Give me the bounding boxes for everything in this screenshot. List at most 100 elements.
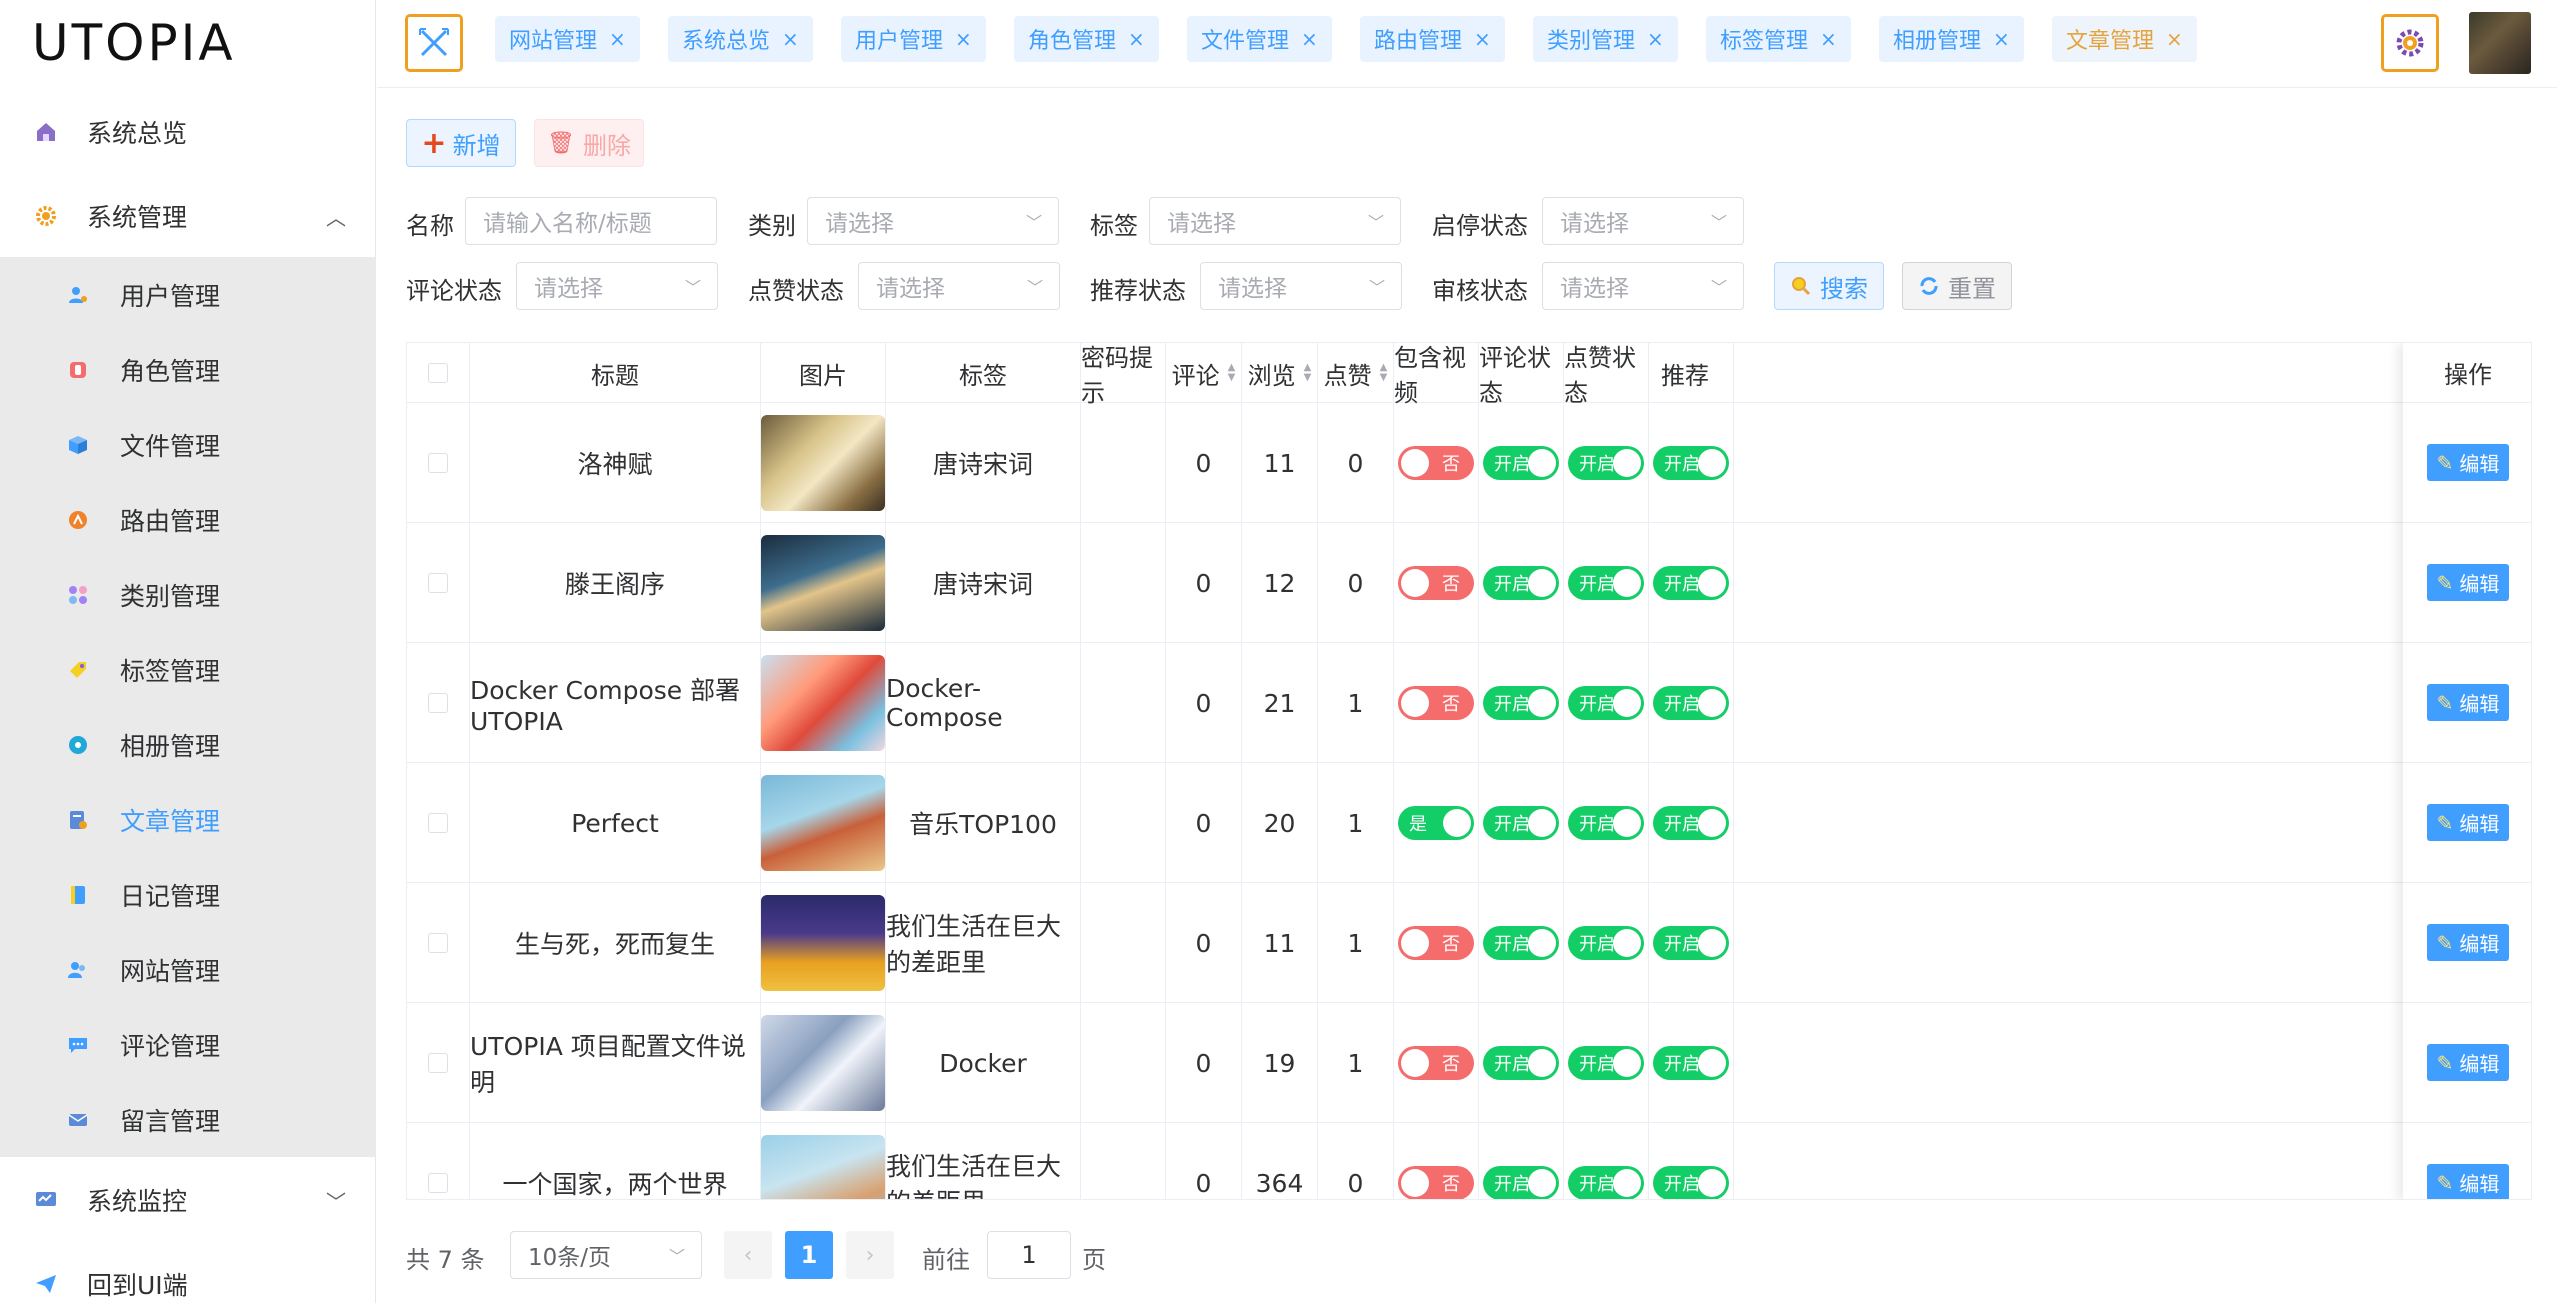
article-thumbnail[interactable]: [761, 535, 885, 631]
close-icon[interactable]: ×: [2166, 27, 2183, 51]
audit-status-select[interactable]: 请选择 ﹀: [1542, 262, 1744, 310]
tab-tags[interactable]: 标签管理 ×: [1706, 16, 1851, 62]
toggle-switch-on[interactable]: 开启: [1483, 1166, 1559, 1199]
row-checkbox[interactable]: [428, 573, 448, 593]
toggle-switch-off[interactable]: 否: [1398, 566, 1474, 600]
toggle-switch-off[interactable]: 否: [1398, 1166, 1474, 1199]
sidebar-item-comments[interactable]: 评论管理: [0, 1007, 376, 1082]
edit-button[interactable]: ✎ 编辑: [2426, 804, 2510, 841]
edit-button[interactable]: ✎ 编辑: [2426, 924, 2510, 961]
category-select[interactable]: 请选择 ﹀: [807, 197, 1059, 245]
toggle-switch-off[interactable]: 否: [1398, 686, 1474, 720]
toggle-switch-on[interactable]: 开启: [1483, 806, 1559, 840]
article-thumbnail[interactable]: [761, 895, 885, 991]
collapse-sidebar-button[interactable]: [405, 14, 463, 72]
article-thumbnail[interactable]: [761, 415, 885, 511]
toggle-switch-off[interactable]: 否: [1398, 446, 1474, 480]
edit-button[interactable]: ✎ 编辑: [2426, 1164, 2510, 1199]
sidebar-item-tags[interactable]: 标签管理: [0, 632, 376, 707]
row-checkbox[interactable]: [428, 813, 448, 833]
menu-system-monitor[interactable]: 系统监控 ﹀: [0, 1160, 376, 1240]
row-checkbox[interactable]: [428, 1173, 448, 1193]
next-page-button[interactable]: ›: [846, 1231, 894, 1279]
sort-icon[interactable]: ▲ ▼: [1380, 363, 1388, 383]
sidebar-item-roles[interactable]: 角色管理: [0, 332, 376, 407]
tab-roles[interactable]: 角色管理 ×: [1014, 16, 1159, 62]
name-search-input[interactable]: 请输入名称/标题: [465, 197, 717, 245]
close-icon[interactable]: ×: [1128, 27, 1145, 51]
toggle-switch-on[interactable]: 开启: [1653, 926, 1729, 960]
toggle-switch-on[interactable]: 开启: [1653, 806, 1729, 840]
prev-page-button[interactable]: ‹: [724, 1231, 772, 1279]
row-checkbox[interactable]: [428, 453, 448, 473]
user-avatar[interactable]: [2469, 12, 2531, 74]
edit-button[interactable]: ✎ 编辑: [2426, 684, 2510, 721]
sidebar-item-diary[interactable]: 日记管理: [0, 857, 376, 932]
menu-system-overview[interactable]: 系统总览: [0, 92, 376, 172]
delete-button[interactable]: 🗑 删除: [534, 119, 644, 167]
toggle-switch-on[interactable]: 开启: [1568, 1046, 1644, 1080]
tab-routes[interactable]: 路由管理 ×: [1360, 16, 1505, 62]
sidebar-item-websites[interactable]: 网站管理: [0, 932, 376, 1007]
article-thumbnail[interactable]: [761, 1015, 885, 1111]
row-checkbox[interactable]: [428, 693, 448, 713]
enable-status-select[interactable]: 请选择 ﹀: [1542, 197, 1744, 245]
search-button[interactable]: 搜索: [1774, 262, 1884, 310]
edit-button[interactable]: ✎ 编辑: [2426, 564, 2510, 601]
page-size-select[interactable]: 10条/页 ﹀: [510, 1231, 702, 1279]
page-number-current[interactable]: 1: [785, 1231, 833, 1279]
sidebar-item-categories[interactable]: 类别管理: [0, 557, 376, 632]
sort-icon[interactable]: ▲ ▼: [1228, 363, 1236, 383]
reset-button[interactable]: 重置: [1902, 262, 2012, 310]
toggle-switch-on[interactable]: 开启: [1653, 1166, 1729, 1199]
toggle-switch-on[interactable]: 开启: [1653, 446, 1729, 480]
add-button[interactable]: + 新增: [406, 119, 516, 167]
tab-albums[interactable]: 相册管理 ×: [1879, 16, 2024, 62]
sidebar-item-messages[interactable]: 留言管理: [0, 1082, 376, 1157]
sort-icon[interactable]: ▲ ▼: [1304, 363, 1312, 383]
tab-categories[interactable]: 类别管理 ×: [1533, 16, 1678, 62]
toggle-switch-on[interactable]: 开启: [1483, 566, 1559, 600]
recommend-status-select[interactable]: 请选择 ﹀: [1200, 262, 1402, 310]
close-icon[interactable]: ×: [1820, 27, 1837, 51]
sidebar-item-articles[interactable]: 文章管理: [0, 782, 376, 857]
tab-overview[interactable]: 系统总览 ×: [668, 16, 813, 62]
menu-back-to-ui[interactable]: 回到UI端: [0, 1244, 376, 1303]
sidebar-item-routes[interactable]: 路由管理: [0, 482, 376, 557]
tab-website[interactable]: 网站管理 ×: [495, 16, 640, 62]
article-thumbnail[interactable]: [761, 775, 885, 871]
toggle-switch-on[interactable]: 开启: [1653, 1046, 1729, 1080]
like-status-select[interactable]: 请选择 ﹀: [858, 262, 1060, 310]
close-icon[interactable]: ×: [1474, 27, 1491, 51]
header-views[interactable]: 浏览 ▲ ▼: [1242, 343, 1318, 403]
close-icon[interactable]: ×: [1301, 27, 1318, 51]
toggle-switch-on[interactable]: 开启: [1568, 806, 1644, 840]
toggle-switch-on[interactable]: 开启: [1483, 686, 1559, 720]
tab-articles[interactable]: 文章管理 ×: [2052, 16, 2197, 62]
row-checkbox[interactable]: [428, 933, 448, 953]
sidebar-item-users[interactable]: 用户管理: [0, 257, 376, 332]
menu-system-management[interactable]: 系统管理 ︿: [0, 176, 376, 256]
close-icon[interactable]: ×: [782, 27, 799, 51]
close-icon[interactable]: ×: [1993, 27, 2010, 51]
toggle-switch-off[interactable]: 否: [1398, 926, 1474, 960]
header-likes[interactable]: 点赞 ▲ ▼: [1318, 343, 1394, 403]
tab-users[interactable]: 用户管理 ×: [841, 16, 986, 62]
toggle-switch-on[interactable]: 开启: [1568, 446, 1644, 480]
toggle-switch-on[interactable]: 开启: [1568, 566, 1644, 600]
toggle-switch-on[interactable]: 是: [1398, 806, 1474, 840]
close-icon[interactable]: ×: [1647, 27, 1664, 51]
article-thumbnail[interactable]: [761, 1135, 885, 1199]
toggle-switch-on[interactable]: 开启: [1653, 566, 1729, 600]
goto-page-input[interactable]: 1: [987, 1231, 1071, 1279]
comment-status-select[interactable]: 请选择 ﹀: [516, 262, 718, 310]
toggle-switch-on[interactable]: 开启: [1568, 686, 1644, 720]
toggle-switch-on[interactable]: 开启: [1483, 926, 1559, 960]
settings-button[interactable]: [2381, 14, 2439, 72]
toggle-switch-on[interactable]: 开启: [1568, 1166, 1644, 1199]
tag-select[interactable]: 请选择 ﹀: [1149, 197, 1401, 245]
row-checkbox[interactable]: [428, 1053, 448, 1073]
toggle-switch-on[interactable]: 开启: [1483, 1046, 1559, 1080]
toggle-switch-on[interactable]: 开启: [1568, 926, 1644, 960]
edit-button[interactable]: ✎ 编辑: [2426, 444, 2510, 481]
